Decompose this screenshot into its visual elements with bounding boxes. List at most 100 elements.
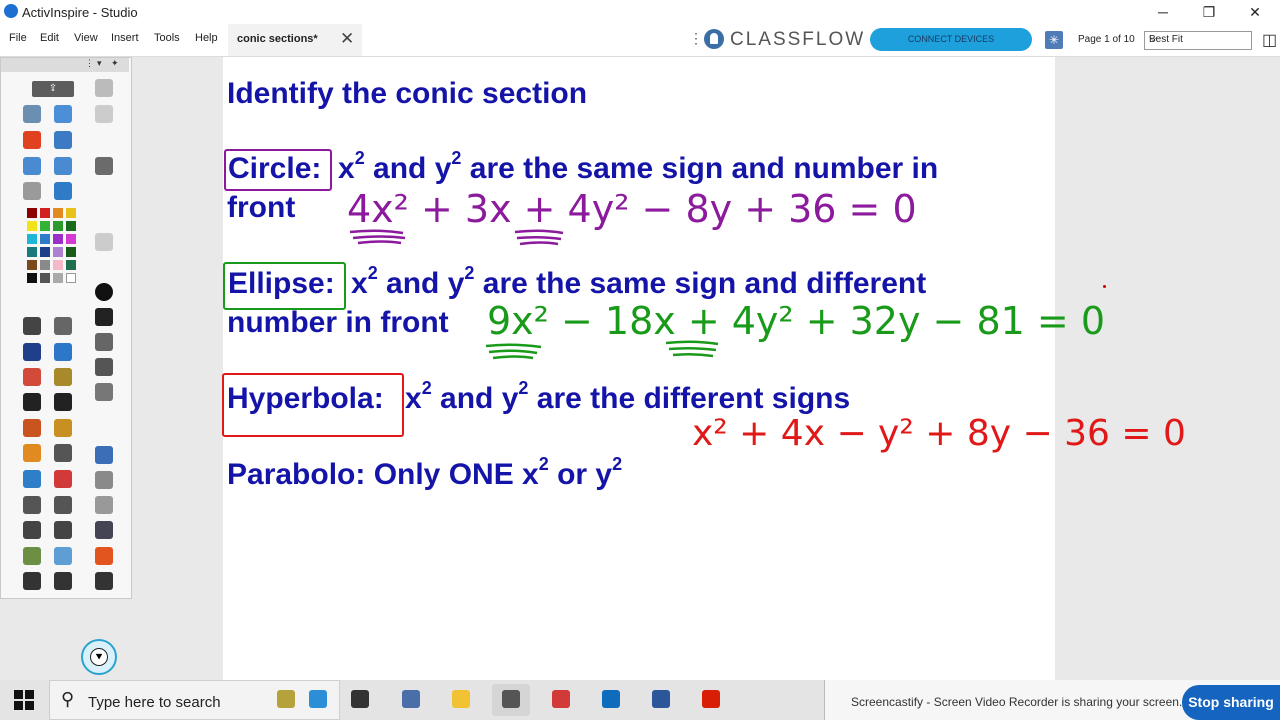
dashboard-icon[interactable]: ✳ — [1045, 31, 1063, 49]
color-swatch[interactable] — [27, 260, 37, 270]
outlook-icon[interactable] — [592, 684, 630, 716]
color-swatch[interactable] — [53, 273, 63, 283]
strikethrough-icon[interactable] — [95, 308, 113, 326]
color-swatch[interactable] — [27, 221, 37, 231]
user-icon[interactable] — [23, 105, 41, 123]
color-swatch[interactable] — [66, 221, 76, 231]
color-swatch[interactable] — [53, 221, 63, 231]
windows-start-icon[interactable] — [14, 690, 34, 710]
square-icon[interactable] — [95, 157, 113, 175]
color-swatch[interactable] — [27, 234, 37, 244]
line-width-icon[interactable] — [95, 358, 113, 376]
collapse-toolbox-button[interactable]: ⯆ — [81, 639, 117, 675]
color-swatch[interactable] — [53, 260, 63, 270]
close-tab-icon[interactable]: ✕ — [340, 29, 354, 49]
duplicate-icon[interactable] — [95, 521, 113, 539]
globe-icon[interactable] — [54, 182, 72, 200]
color-swatch[interactable] — [40, 234, 50, 244]
fill-icon[interactable] — [54, 368, 72, 386]
lock-icon[interactable] — [95, 496, 113, 514]
redo-icon[interactable] — [54, 496, 72, 514]
shapes-icon[interactable] — [23, 419, 41, 437]
color-swatch[interactable] — [66, 273, 76, 283]
color-swatch[interactable] — [27, 247, 37, 257]
word-icon[interactable] — [642, 684, 680, 716]
connect-devices-button[interactable]: CONNECT DEVICES — [870, 28, 1032, 51]
reset-icon[interactable] — [54, 470, 72, 488]
share-icon[interactable]: ⇪ — [32, 81, 74, 97]
notes-app-icon[interactable] — [267, 684, 305, 716]
edit-icon[interactable] — [95, 383, 113, 401]
color-swatch[interactable] — [53, 234, 63, 244]
color-swatch[interactable] — [66, 260, 76, 270]
pages-browser-icon[interactable] — [54, 131, 72, 149]
color-swatch[interactable] — [66, 234, 76, 244]
minimize-button[interactable]: ─ — [1140, 0, 1186, 24]
floppy-icon[interactable] — [95, 572, 113, 590]
color-swatch[interactable] — [53, 208, 63, 218]
camera-icon[interactable] — [23, 521, 41, 539]
activinspire-taskbar-icon[interactable] — [492, 684, 530, 716]
previous-page-icon[interactable] — [23, 157, 41, 175]
toolbox-grip[interactable]: ⋮ ▾ ✦ — [1, 58, 129, 72]
zoom-select[interactable]: Best Fit ⌵ — [1144, 31, 1252, 50]
revealer-icon[interactable] — [23, 547, 41, 565]
menu-edit[interactable]: Edit — [40, 32, 59, 44]
menu-help[interactable]: Help — [195, 32, 218, 44]
menu-tools[interactable]: Tools — [154, 32, 180, 44]
more-options-icon[interactable]: ⋮ — [689, 30, 703, 47]
color-swatch[interactable] — [27, 273, 37, 283]
circle-icon[interactable] — [95, 283, 113, 301]
select-icon[interactable] — [23, 317, 41, 335]
color-swatch[interactable] — [40, 260, 50, 270]
color-swatch[interactable] — [40, 273, 50, 283]
screen-recorder-icon[interactable] — [54, 521, 72, 539]
tools-icon[interactable] — [54, 317, 72, 335]
grid-icon[interactable] — [95, 105, 113, 123]
clock-icon[interactable] — [54, 572, 72, 590]
window-tray-icon[interactable]: ◫ — [1262, 30, 1277, 50]
delete-icon[interactable] — [95, 547, 113, 565]
save-icon[interactable] — [95, 446, 113, 464]
next-page-icon[interactable] — [54, 157, 72, 175]
refresh-icon[interactable] — [95, 471, 113, 489]
menu-file[interactable]: File — [9, 32, 27, 44]
text-icon[interactable] — [23, 393, 41, 411]
color-swatch[interactable] — [40, 208, 50, 218]
page-sorter-icon[interactable] — [54, 105, 72, 123]
resources-icon[interactable] — [54, 419, 72, 437]
chrome-icon[interactable] — [542, 684, 580, 716]
file-explorer-icon[interactable] — [442, 684, 480, 716]
grid-icon[interactable] — [95, 233, 113, 251]
color-swatch[interactable] — [27, 208, 37, 218]
no-entry-icon[interactable] — [23, 131, 41, 149]
toolbox-menu-icon[interactable]: ▾ — [97, 58, 102, 69]
notes-icon[interactable] — [23, 572, 41, 590]
close-window-button[interactable]: ✕ — [1232, 0, 1278, 24]
connector-icon[interactable] — [95, 333, 113, 351]
menu-view[interactable]: View — [74, 32, 98, 44]
task-view-icon[interactable] — [341, 684, 379, 716]
color-swatch[interactable] — [53, 247, 63, 257]
document-tab[interactable]: conic sections* ✕ — [228, 24, 362, 56]
restore-button[interactable]: ❐ — [1186, 0, 1232, 24]
clear-icon[interactable] — [54, 444, 72, 462]
menu-insert[interactable]: Insert — [111, 32, 139, 44]
color-swatch[interactable] — [40, 221, 50, 231]
undo-icon[interactable] — [23, 496, 41, 514]
acrobat-icon[interactable] — [692, 684, 730, 716]
highlighter-icon[interactable] — [54, 343, 72, 361]
color-swatch[interactable] — [66, 208, 76, 218]
calculator-icon[interactable] — [392, 684, 430, 716]
pi-icon[interactable] — [54, 393, 72, 411]
pin-icon[interactable]: ✦ — [111, 58, 119, 69]
pen-icon[interactable] — [23, 343, 41, 361]
color-swatch[interactable] — [66, 247, 76, 257]
stop-sharing-button[interactable]: Stop sharing — [1182, 685, 1280, 720]
eraser-icon[interactable] — [23, 368, 41, 386]
magic-ink-icon[interactable] — [23, 470, 41, 488]
spotlight-icon[interactable] — [23, 444, 41, 462]
feedback-icon[interactable] — [54, 547, 72, 565]
color-swatch[interactable] — [40, 247, 50, 257]
play-icon[interactable] — [23, 182, 41, 200]
